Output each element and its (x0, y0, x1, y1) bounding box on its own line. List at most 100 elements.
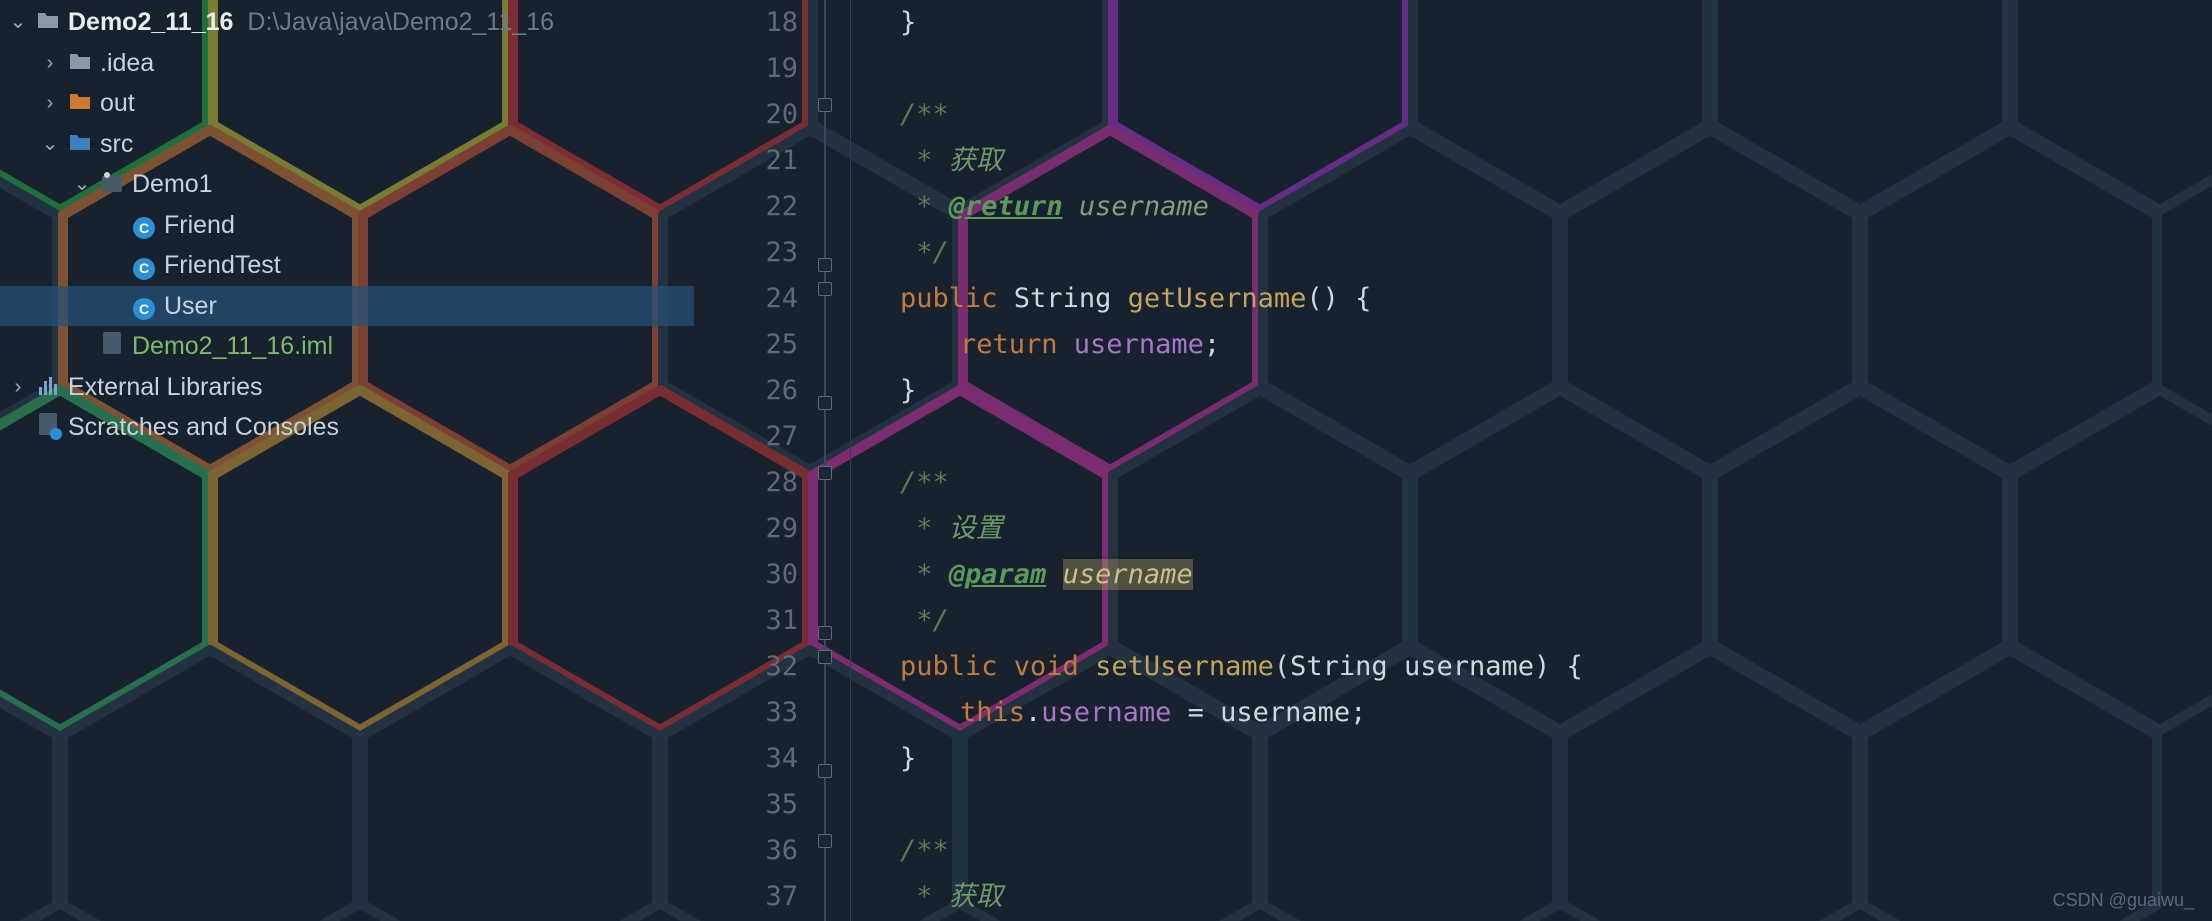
line-number[interactable]: 21 (694, 138, 816, 184)
code-line[interactable]: * 获取 (840, 138, 2212, 184)
tree-item-scratches-and-consoles[interactable]: Scratches and Consoles (0, 407, 694, 448)
ide-root: ⌄Demo2_11_16D:\Java\java\Demo2_11_16›.id… (0, 0, 2212, 921)
line-number[interactable]: 34 (694, 736, 816, 782)
code-line[interactable] (840, 46, 2212, 92)
token: 设置 (949, 513, 1003, 544)
tree-arrow[interactable]: ⌄ (8, 10, 28, 34)
token: () { (1306, 283, 1371, 314)
tree-item-src[interactable]: ⌄ src (0, 124, 694, 165)
class-icon: C (132, 250, 156, 280)
scratch-icon (36, 412, 60, 442)
fold-open-icon[interactable] (818, 466, 832, 480)
token: public (900, 283, 1014, 314)
tree-item-user[interactable]: CUser (0, 286, 694, 327)
code-line[interactable]: * @param username (840, 552, 2212, 598)
line-number[interactable]: 29 (694, 506, 816, 552)
tree-label: Demo2_11_16.iml (132, 331, 333, 361)
line-number-gutter[interactable]: 1819202122232425262728293031323334353637 (694, 0, 816, 921)
code-editor[interactable]: 1819202122232425262728293031323334353637… (694, 0, 2212, 921)
code-line[interactable]: */ (840, 230, 2212, 276)
token: username (1220, 697, 1350, 728)
tree-item-friend[interactable]: CFriend (0, 205, 694, 246)
fold-close-icon[interactable] (818, 626, 832, 640)
code-line[interactable]: * 设置 (840, 506, 2212, 552)
token: * (900, 881, 949, 912)
code-line[interactable]: this.username = username; (840, 690, 2212, 736)
tree-item-demo2_11_16-iml[interactable]: Demo2_11_16.iml (0, 326, 694, 367)
code-line[interactable]: return username; (840, 322, 2212, 368)
line-number[interactable]: 25 (694, 322, 816, 368)
tree-label: FriendTest (164, 250, 281, 280)
token: username (1063, 191, 1209, 222)
line-number[interactable]: 30 (694, 552, 816, 598)
token: * (900, 145, 949, 176)
token: . (1025, 697, 1041, 728)
tree-arrow[interactable]: ⌄ (40, 132, 60, 156)
line-number[interactable]: 28 (694, 460, 816, 506)
code-area[interactable]: } /** * 获取 * @return username */ public St… (840, 0, 2212, 921)
tree-item-external-libraries[interactable]: › External Libraries (0, 367, 694, 408)
tree-label: src (100, 129, 133, 159)
token: ( (1274, 651, 1290, 682)
tree-item--idea[interactable]: ›.idea (0, 43, 694, 84)
token: ; (1204, 329, 1220, 360)
token: getUsername (1128, 283, 1307, 314)
code-line[interactable]: /** (840, 460, 2212, 506)
fold-close-icon[interactable] (818, 258, 832, 272)
line-number[interactable]: 23 (694, 230, 816, 276)
tree-arrow[interactable]: › (40, 51, 60, 75)
code-line[interactable]: } (840, 0, 2212, 46)
fold-open-icon[interactable] (818, 282, 832, 296)
line-number[interactable]: 36 (694, 828, 816, 874)
line-number[interactable]: 31 (694, 598, 816, 644)
code-line[interactable]: public String getUsername() { (840, 276, 2212, 322)
fold-open-icon[interactable] (818, 98, 832, 112)
tree-arrow[interactable]: › (8, 375, 28, 399)
code-line[interactable]: } (840, 368, 2212, 414)
line-number[interactable]: 26 (694, 368, 816, 414)
token: } (900, 7, 916, 38)
line-number[interactable]: 24 (694, 276, 816, 322)
token: */ (900, 237, 949, 268)
line-number[interactable]: 32 (694, 644, 816, 690)
fold-open-icon[interactable] (818, 834, 832, 848)
fold-open-icon[interactable] (818, 650, 832, 664)
line-number[interactable]: 22 (694, 184, 816, 230)
fold-close-icon[interactable] (818, 764, 832, 778)
code-line[interactable] (840, 414, 2212, 460)
token: username (1063, 559, 1193, 590)
tree-item-demo2_11_16[interactable]: ⌄Demo2_11_16D:\Java\java\Demo2_11_16 (0, 2, 694, 43)
folder-icon (36, 7, 60, 37)
code-line[interactable]: */ (840, 598, 2212, 644)
tree-item-friendtest[interactable]: C FriendTest (0, 245, 694, 286)
tree-item-out[interactable]: ›out (0, 83, 694, 124)
token: * (900, 513, 949, 544)
line-number[interactable]: 27 (694, 414, 816, 460)
tree-arrow[interactable]: › (40, 91, 60, 115)
line-number[interactable]: 20 (694, 92, 816, 138)
code-line[interactable] (840, 782, 2212, 828)
token: ) { (1534, 651, 1583, 682)
folder-icon (68, 48, 92, 78)
line-number[interactable]: 35 (694, 782, 816, 828)
line-number[interactable]: 33 (694, 690, 816, 736)
fold-close-icon[interactable] (818, 396, 832, 410)
line-number[interactable]: 19 (694, 46, 816, 92)
tree-item-demo1[interactable]: ⌄Demo1 (0, 164, 694, 205)
code-line[interactable]: /** (840, 828, 2212, 874)
project-tree[interactable]: ⌄Demo2_11_16D:\Java\java\Demo2_11_16›.id… (0, 0, 694, 921)
token: ; (1350, 697, 1366, 728)
code-line[interactable]: * @return username (840, 184, 2212, 230)
line-number[interactable]: 18 (694, 0, 816, 46)
token: /** (900, 835, 949, 866)
tree-arrow[interactable]: ⌄ (72, 172, 92, 196)
code-line[interactable]: /** (840, 92, 2212, 138)
fold-column[interactable] (816, 0, 840, 921)
line-number[interactable]: 37 (694, 874, 816, 920)
code-line[interactable]: public void setUsername(String username)… (840, 644, 2212, 690)
code-line[interactable]: * 获取 (840, 874, 2212, 920)
tree-label: External Libraries (68, 372, 263, 402)
token (1046, 559, 1062, 590)
token: * (900, 191, 949, 222)
code-line[interactable]: } (840, 736, 2212, 782)
